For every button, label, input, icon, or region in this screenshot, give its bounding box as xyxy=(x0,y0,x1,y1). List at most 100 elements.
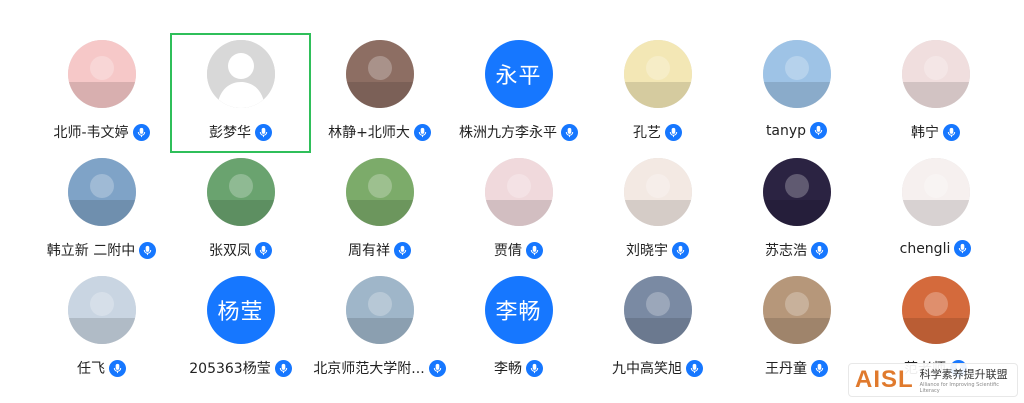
avatar xyxy=(901,276,970,344)
participant-name-row: 任飞 xyxy=(77,358,126,378)
participant-name-row: 韩宁 xyxy=(911,122,960,142)
microphone-icon xyxy=(811,359,828,377)
participant-name-row: 九中高笑旭 xyxy=(612,358,703,378)
avatar xyxy=(345,276,414,344)
participant-name-row: 王丹童 xyxy=(765,358,828,378)
participant-name: 贾倩 xyxy=(494,243,522,259)
microphone-icon xyxy=(255,123,272,141)
participant-tile[interactable]: 北师-韦文婷 xyxy=(32,34,171,152)
avatar xyxy=(67,276,136,344)
participant-tile[interactable]: 刘晓宇 xyxy=(588,152,727,270)
aisl-watermark-logo: AISL 科学素养提升联盟 Alliance for Improving Sci… xyxy=(848,363,1018,397)
microphone-icon xyxy=(139,241,157,259)
microphone-icon xyxy=(274,359,292,377)
avatar xyxy=(345,40,414,108)
participant-name: 株洲九方李永平 xyxy=(459,125,557,141)
participant-name-row: chengli xyxy=(900,240,972,257)
participant-name: 韩立新 二附中 xyxy=(46,243,136,259)
participant-name: 刘晓宇 xyxy=(626,243,668,259)
participant-tile[interactable]: 苏志浩 xyxy=(727,152,866,270)
default-person-icon xyxy=(206,40,275,108)
microphone-icon xyxy=(810,122,828,139)
logo-en: Alliance for Improving Scientific Litera… xyxy=(919,382,999,394)
participant-name-row: 北师-韦文婷 xyxy=(53,122,150,142)
participant-name: 韩宁 xyxy=(911,125,939,141)
microphone-icon xyxy=(255,241,272,259)
participant-name: 苏志浩 xyxy=(765,243,807,259)
participant-name-row: 李畅 xyxy=(494,358,543,378)
participant-name: 张双凤 xyxy=(209,243,251,259)
participant-name: 林静+北师大 xyxy=(328,125,410,141)
microphone-icon xyxy=(394,241,411,259)
participant-tile[interactable]: 孔艺 xyxy=(588,34,727,152)
participant-tile[interactable]: 彭梦华 xyxy=(170,33,311,153)
participant-tile[interactable]: 张双凤 xyxy=(171,152,310,270)
participant-name: tanyp xyxy=(765,122,807,139)
avatar xyxy=(762,158,831,226)
participant-name: 205363杨莹 xyxy=(189,361,271,377)
microphone-icon xyxy=(954,240,972,257)
participant-name-row: 北京师范大学附... xyxy=(313,358,446,378)
avatar xyxy=(206,158,275,226)
avatar xyxy=(623,158,692,226)
microphone-icon xyxy=(109,359,126,377)
participant-name-row: tanyp xyxy=(765,122,828,139)
avatar xyxy=(67,158,136,226)
participant-name: 彭梦华 xyxy=(209,125,251,141)
avatar xyxy=(623,40,692,108)
participant-name: chengli xyxy=(899,240,951,257)
participant-tile[interactable]: 王丹童 xyxy=(727,270,866,388)
microphone-icon xyxy=(413,123,431,141)
microphone-icon xyxy=(665,123,682,141)
participant-grid: 北师-韦文婷 彭梦华 林静+北师大 永平 株洲九方李永平 孔艺 tanyp 韩宁 韩立新 二附中… xyxy=(32,33,1005,388)
participant-name-row: 彭梦华 xyxy=(209,122,272,142)
participant-name: 孔艺 xyxy=(633,125,661,141)
participant-name: 北师-韦文婷 xyxy=(53,125,129,141)
participant-tile[interactable]: 周有祥 xyxy=(310,152,449,270)
participant-name-row: 周有祥 xyxy=(348,240,411,260)
participant-tile[interactable]: 韩宁 xyxy=(866,34,1005,152)
participant-name: 任飞 xyxy=(77,361,105,377)
logo-text: 科学素养提升联盟 Alliance for Improving Scientif… xyxy=(920,366,1011,394)
microphone-icon xyxy=(561,123,578,141)
participant-tile[interactable]: 韩立新 二附中 xyxy=(32,152,171,270)
avatar-initials: 李畅 xyxy=(484,276,553,344)
participant-name: 王丹童 xyxy=(765,361,807,377)
logo-mark: AISL xyxy=(855,366,914,393)
participant-tile[interactable]: 李畅 李畅 xyxy=(449,270,588,388)
microphone-icon xyxy=(132,123,150,141)
participant-tile[interactable]: 九中高笑旭 xyxy=(588,270,727,388)
participant-tile[interactable]: chengli xyxy=(866,152,1005,270)
avatar xyxy=(67,40,136,108)
participant-name-row: 贾倩 xyxy=(494,240,543,260)
participant-name-row: 张双凤 xyxy=(209,240,272,260)
participant-tile[interactable]: 杨莹 205363杨莹 xyxy=(171,270,310,388)
participant-name-row: 林静+北师大 xyxy=(328,122,431,142)
logo-cn: 科学素养提升联盟 xyxy=(919,368,1008,381)
avatar-initials: 永平 xyxy=(484,40,553,108)
participant-name-row: 孔艺 xyxy=(633,122,682,142)
participant-name: 李畅 xyxy=(494,361,522,377)
participant-name: 北京师范大学附... xyxy=(313,361,425,377)
participant-name-row: 刘晓宇 xyxy=(626,240,689,260)
participant-name: 九中高笑旭 xyxy=(612,361,682,377)
participant-tile[interactable]: 林静+北师大 xyxy=(310,34,449,152)
microphone-icon xyxy=(526,241,543,259)
avatar xyxy=(345,158,414,226)
participant-tile[interactable]: 任飞 xyxy=(32,270,171,388)
participant-tile[interactable]: 贾倩 xyxy=(449,152,588,270)
avatar-initials: 杨莹 xyxy=(206,276,275,344)
participant-name-row: 苏志浩 xyxy=(765,240,828,260)
participant-name-row: 韩立新 二附中 xyxy=(46,240,157,260)
microphone-icon xyxy=(672,241,689,259)
participant-tile[interactable]: tanyp xyxy=(727,34,866,152)
avatar xyxy=(762,40,831,108)
microphone-icon xyxy=(686,359,703,377)
participant-tile[interactable]: 北京师范大学附... xyxy=(310,270,449,388)
microphone-icon xyxy=(811,241,828,259)
microphone-icon xyxy=(526,359,543,377)
participant-name-row: 205363杨莹 xyxy=(189,358,292,378)
participant-tile[interactable]: 永平株洲九方李永平 xyxy=(449,34,588,152)
participant-name-row: 株洲九方李永平 xyxy=(459,122,578,142)
avatar xyxy=(901,158,970,226)
